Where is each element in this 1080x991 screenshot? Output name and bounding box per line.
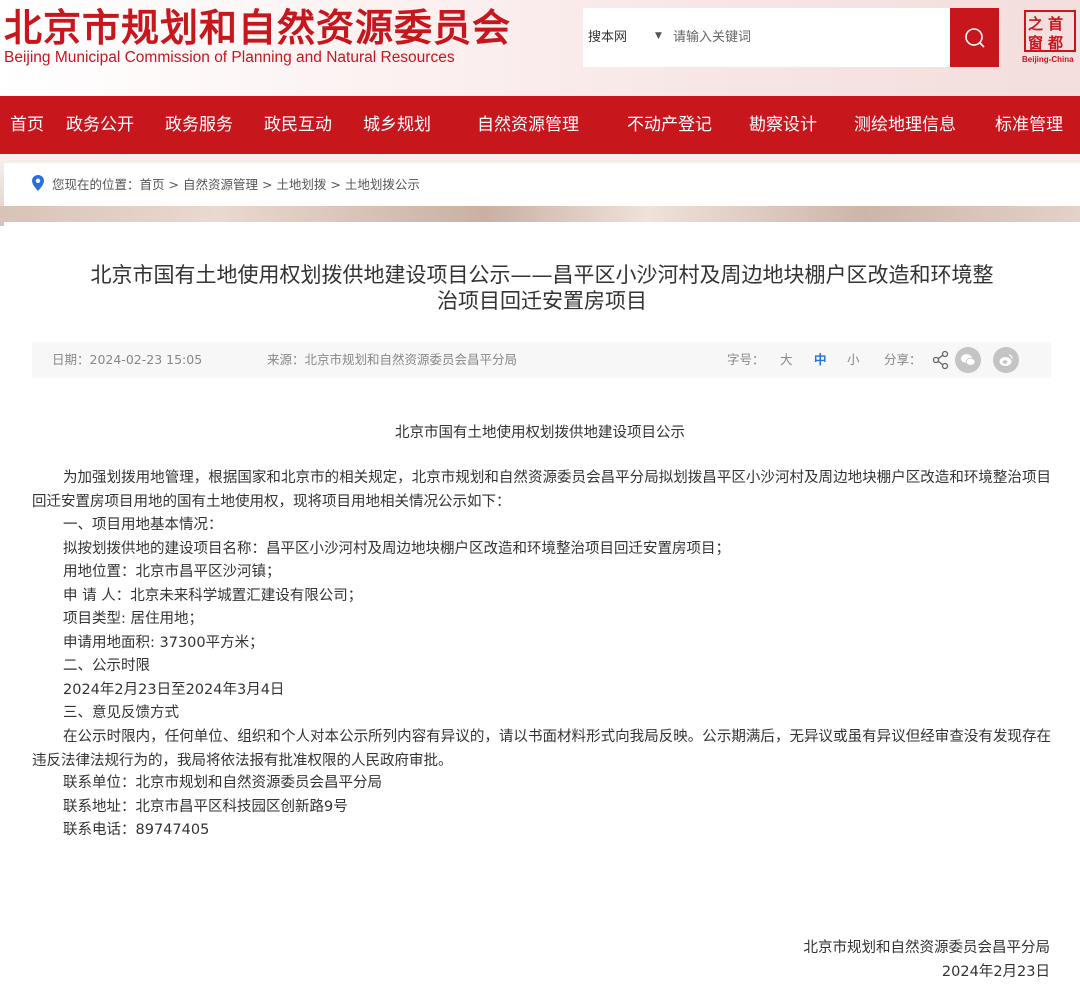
caret-down-icon[interactable]: ▼ <box>655 8 662 67</box>
weibo-glyph-icon <box>999 354 1013 366</box>
nav-item-home[interactable]: 首页 <box>10 96 44 154</box>
nav-item-government-affairs[interactable]: 政务公开 <box>66 96 134 154</box>
font-size-label: 字号： <box>727 352 765 367</box>
font-size-small[interactable]: 小 <box>847 342 860 378</box>
share-icon[interactable] <box>932 349 950 371</box>
article-title-line: 北京市国有土地使用权划拨供地建设项目公示——昌平区小沙河村及周边地块棚户区改造和… <box>90 263 994 287</box>
breadcrumb-item-allocation-notice[interactable]: 土地划拨公示 <box>345 177 420 192</box>
project-type: 项目类型: 居住用地； <box>63 611 203 627</box>
search-button[interactable] <box>950 8 999 67</box>
share-label: 分享： <box>884 352 922 367</box>
logo-char: 窗 <box>1028 34 1044 52</box>
section-feedback: 三、意见反馈方式 <box>63 705 179 721</box>
search-scope-select[interactable]: 搜本网 <box>588 8 627 67</box>
nav-item-interaction[interactable]: 政民互动 <box>264 96 332 154</box>
article-source: 来源：北京市规划和自然资源委员会昌平分局 <box>267 352 518 367</box>
notice-period: 2024年2月23日至2024年3月4日 <box>63 682 285 698</box>
nav-item-natural-resources[interactable]: 自然资源管理 <box>477 96 579 154</box>
site-subtitle: Beijing Municipal Commission of Planning… <box>4 49 455 66</box>
breadcrumb-item-land-allocation[interactable]: 土地划拨 <box>276 177 326 192</box>
nav-item-survey-design[interactable]: 勘察设计 <box>749 96 817 154</box>
breadcrumb-separator: > <box>257 177 277 192</box>
signature-date: 2024年2月23日 <box>941 964 1050 980</box>
nav-item-geo-info[interactable]: 测绘地理信息 <box>854 96 956 154</box>
search-box: 搜本网 ▼ <box>583 8 950 67</box>
search-icon <box>965 28 985 48</box>
nav-item-standards[interactable]: 标准管理 <box>995 96 1063 154</box>
breadcrumb-item-home[interactable]: 首页 <box>140 177 165 192</box>
contact-phone: 联系电话：89747405 <box>63 822 210 838</box>
breadcrumb: 您现在的位置：首页 > 自然资源管理 > 土地划拨 > 土地划拨公示 <box>4 163 1080 206</box>
breadcrumb-trail: 您现在的位置：首页 > 自然资源管理 > 土地划拨 > 土地划拨公示 <box>52 163 420 206</box>
publish-date: 日期：2024-02-23 15:05 <box>52 352 203 367</box>
site-header: 北京市规划和自然资源委员会 Beijing Municipal Commissi… <box>0 0 1080 96</box>
breadcrumb-prefix: 您现在的位置： <box>52 177 140 192</box>
document-heading: 北京市国有土地使用权划拨供地建设项目公示 <box>395 425 685 441</box>
site-title[interactable]: 北京市规划和自然资源委员会 <box>4 6 511 50</box>
article-title-line: 治项目回迁安置房项目 <box>437 289 647 313</box>
search-input[interactable] <box>673 22 933 52</box>
article-meta-bar: 日期：2024-02-23 15:05 来源：北京市规划和自然资源委员会昌平分局… <box>32 342 1051 378</box>
nav-item-urban-planning[interactable]: 城乡规划 <box>363 96 431 154</box>
signature-org: 北京市规划和自然资源委员会昌平分局 <box>803 940 1051 956</box>
section-basic-info: 一、项目用地基本情况： <box>63 517 223 533</box>
breadcrumb-item-natural-resources[interactable]: 自然资源管理 <box>183 177 258 192</box>
land-area: 申请用地面积: 37300平方米； <box>63 635 264 651</box>
logo-char: 之 <box>1028 15 1044 33</box>
font-size-large[interactable]: 大 <box>780 342 793 378</box>
feedback-paragraph: 在公示时限内，任何单位、组织和个人对本公示所列内容有异议的，请以书面材料形式向我… <box>32 729 1051 769</box>
capital-window-logo[interactable]: 之 首 窗 都 <box>1024 10 1076 52</box>
logo-char: 首 <box>1048 15 1064 33</box>
contact-address: 联系地址：北京市昌平区科技园区创新路9号 <box>63 799 348 815</box>
logo-char: 都 <box>1048 34 1064 52</box>
wechat-share-icon[interactable] <box>955 347 981 373</box>
land-location: 用地位置：北京市昌平区沙河镇； <box>63 564 281 580</box>
section-notice-period: 二、公示时限 <box>63 658 150 674</box>
breadcrumb-separator: > <box>164 177 183 192</box>
wechat-glyph-icon <box>961 354 976 366</box>
intro-paragraph: 为加强划拨用地管理，根据国家和北京市的相关规定，北京市规划和自然资源委员会昌平分… <box>32 470 1051 510</box>
article-title: 北京市国有土地使用权划拨供地建设项目公示——昌平区小沙河村及周边地块棚户区改造和… <box>30 262 1054 314</box>
weibo-share-icon[interactable] <box>993 347 1019 373</box>
applicant: 申 请 人：北京未来科学城置汇建设有限公司； <box>63 588 363 604</box>
font-size-medium[interactable]: 中 <box>814 342 827 378</box>
contact-unit: 联系单位：北京市规划和自然资源委员会昌平分局 <box>63 775 382 791</box>
breadcrumb-separator: > <box>326 177 345 192</box>
logo-caption: Beijing-China <box>1022 55 1074 64</box>
nav-item-services[interactable]: 政务服务 <box>165 96 233 154</box>
project-name: 拟按划拨供地的建设项目名称：昌平区小沙河村及周边地块棚户区改造和环境整治项目回迁… <box>63 541 730 557</box>
main-nav: 首页 政务公开 政务服务 政民互动 城乡规划 自然资源管理 不动产登记 勘察设计… <box>0 96 1080 154</box>
location-pin-icon <box>32 175 44 191</box>
nav-item-real-estate[interactable]: 不动产登记 <box>627 96 712 154</box>
